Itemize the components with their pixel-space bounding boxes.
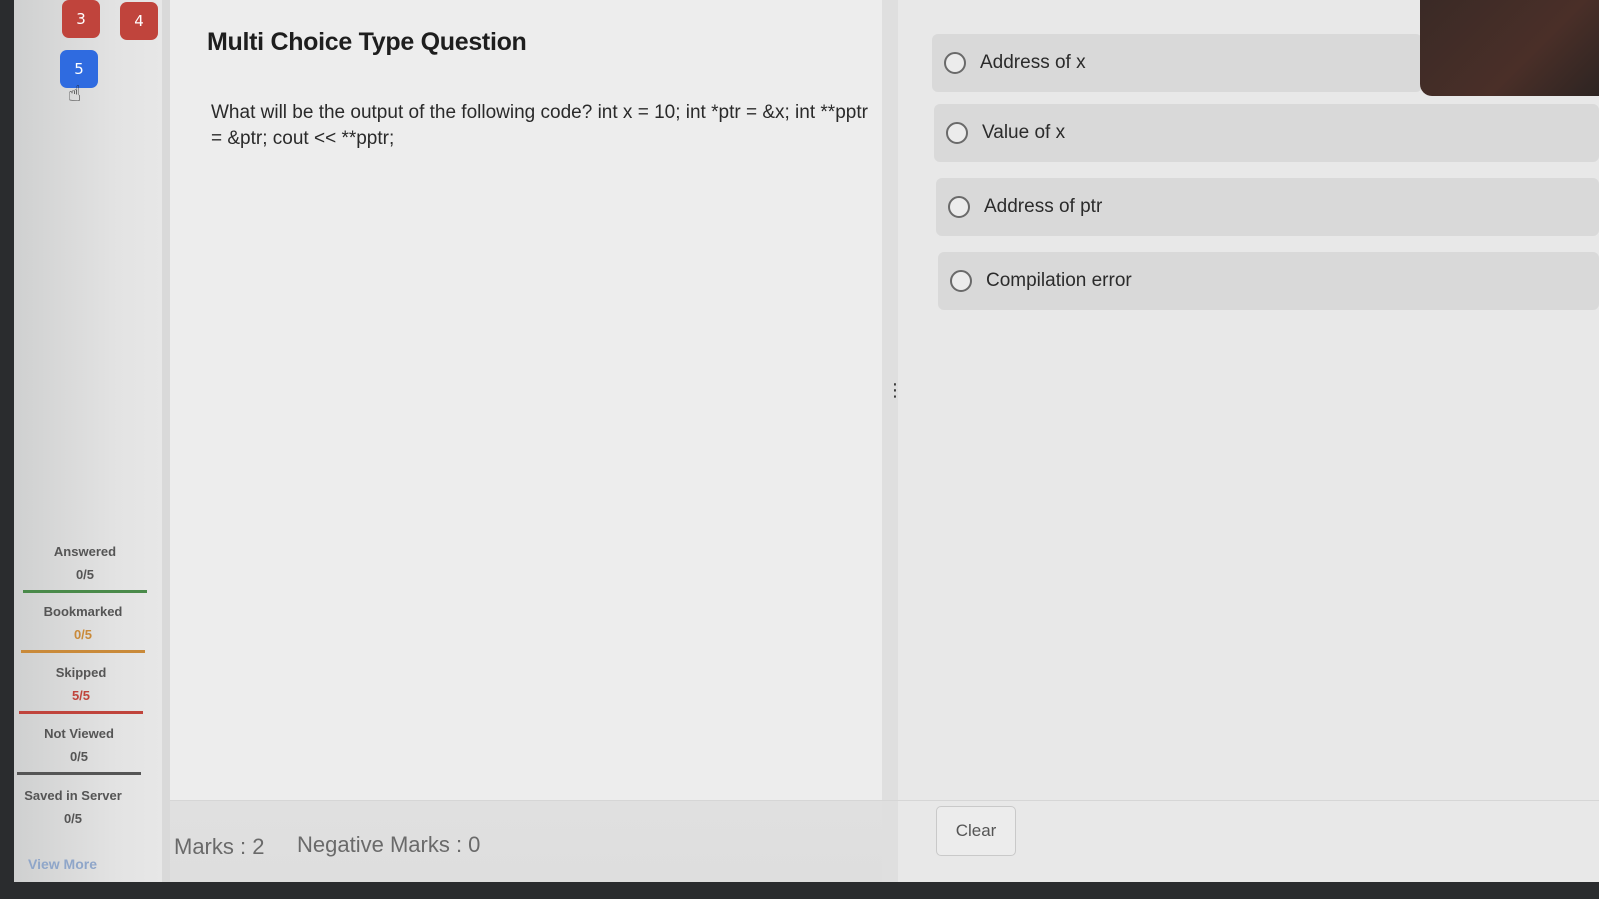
stat-bar xyxy=(21,650,145,653)
option-3[interactable]: Address of ptr xyxy=(936,178,1599,236)
question-title: Multi Choice Type Question xyxy=(207,28,527,56)
option-label: Value of x xyxy=(982,122,1066,143)
option-label: Compilation error xyxy=(986,270,1132,291)
stat-bookmarked: Bookmarked 0/5 xyxy=(18,604,148,653)
screen: 3 4 5 ☝ Answered 0/5 Bookmarked 0/5 Skip… xyxy=(14,0,1599,886)
radio-button[interactable] xyxy=(944,52,966,74)
option-label: Address of x xyxy=(980,52,1086,73)
stat-answered: Answered 0/5 xyxy=(20,544,150,593)
stat-saved-in-server: Saved in Server 0/5 xyxy=(14,788,138,826)
option-label: Address of ptr xyxy=(984,196,1103,217)
view-more-link[interactable]: View More xyxy=(28,856,97,872)
stat-value: 0/5 xyxy=(75,567,95,582)
stat-value: 0/5 xyxy=(63,811,83,826)
stat-value: 0/5 xyxy=(73,627,93,642)
question-button-3[interactable]: 3 xyxy=(62,0,100,38)
radio-button[interactable] xyxy=(946,122,968,144)
panel-splitter[interactable] xyxy=(882,0,898,886)
radio-button[interactable] xyxy=(948,196,970,218)
radio-button[interactable] xyxy=(950,270,972,292)
marks-label: Marks : 2 xyxy=(174,834,265,859)
stat-label: Not Viewed xyxy=(44,726,114,741)
stat-value: 5/5 xyxy=(71,688,91,703)
footer-divider xyxy=(170,800,1599,801)
hand-cursor-icon: ☝ xyxy=(68,82,82,107)
monitor-bezel xyxy=(1420,0,1599,96)
question-button-4[interactable]: 4 xyxy=(120,2,158,40)
question-text: What will be the output of the following… xyxy=(211,102,868,149)
stat-label: Bookmarked xyxy=(43,604,123,619)
stat-skipped: Skipped 5/5 xyxy=(16,665,146,714)
stat-label: Saved in Server xyxy=(24,788,122,803)
stat-not-viewed: Not Viewed 0/5 xyxy=(14,726,144,775)
sidebar-divider xyxy=(162,0,170,886)
stat-value: 0/5 xyxy=(69,749,89,764)
stat-label: Answered xyxy=(53,544,117,559)
question-nav-sidebar: 3 4 5 ☝ Answered 0/5 Bookmarked 0/5 Skip… xyxy=(14,0,162,886)
stat-bar xyxy=(23,590,147,593)
monitor-bezel-bottom xyxy=(0,882,1599,899)
stat-bar xyxy=(17,772,141,775)
stat-label: Skipped xyxy=(55,665,107,680)
option-4[interactable]: Compilation error xyxy=(938,252,1599,310)
negative-marks-label: Negative Marks : 0 xyxy=(297,832,481,857)
option-2[interactable]: Value of x xyxy=(934,104,1599,162)
option-1[interactable]: Address of x xyxy=(932,34,1422,92)
clear-button[interactable]: Clear xyxy=(936,806,1016,856)
stat-bar xyxy=(19,711,143,714)
